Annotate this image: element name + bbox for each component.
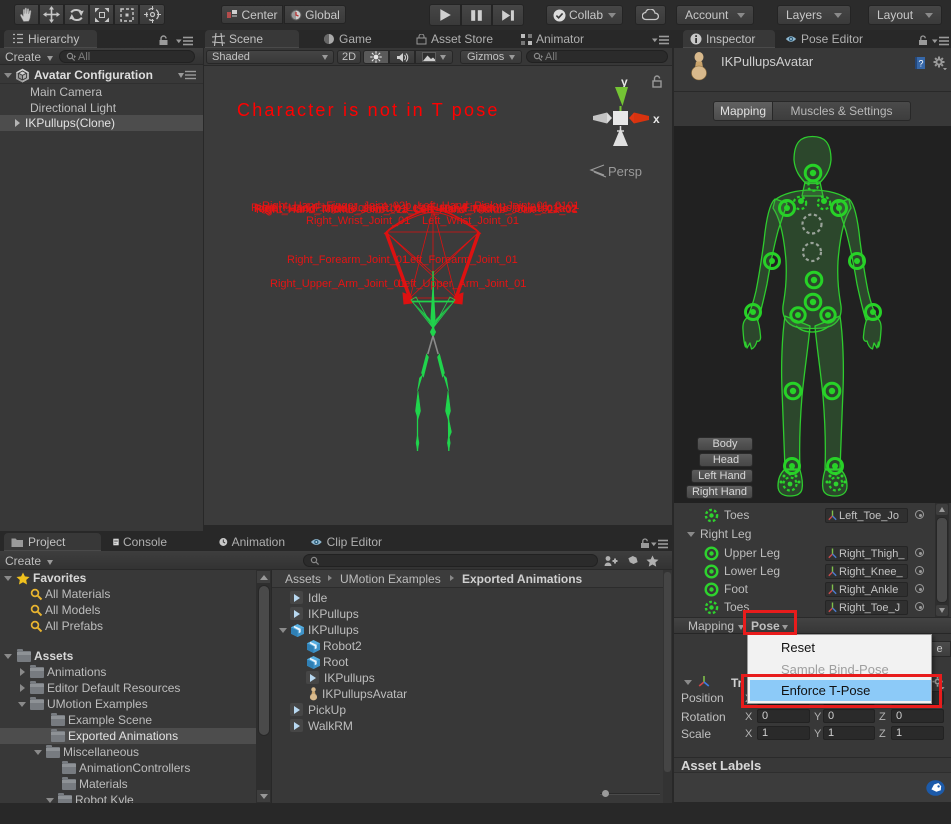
svg-text:Right_Forearm_Joint_01: Right_Forearm_Joint_01 (287, 254, 408, 266)
svg-text:Left_Upper_Arm_Joint_01: Left_Upper_Arm_Joint_01 (398, 278, 526, 290)
svg-text:Right_Hand_Middle_Joint_01_Lef: Right_Hand_Middle_Joint_01_Left_Hand_Mid… (254, 203, 577, 215)
svg-text:Persp: Persp (608, 164, 642, 179)
svg-text:x: x (653, 112, 660, 126)
svg-text:?: ? (918, 59, 923, 69)
svg-text:Left_Wrist_Joint_01: Left_Wrist_Joint_01 (422, 215, 519, 227)
svg-text:Right_Wrist_Joint_01: Right_Wrist_Joint_01 (306, 215, 410, 227)
svg-text:y: y (621, 75, 628, 89)
svg-text:Right_Upper_Arm_Joint_01: Right_Upper_Arm_Joint_01 (270, 278, 406, 290)
svg-text:Left_Forearm_Joint_01: Left_Forearm_Joint_01 (404, 254, 518, 266)
